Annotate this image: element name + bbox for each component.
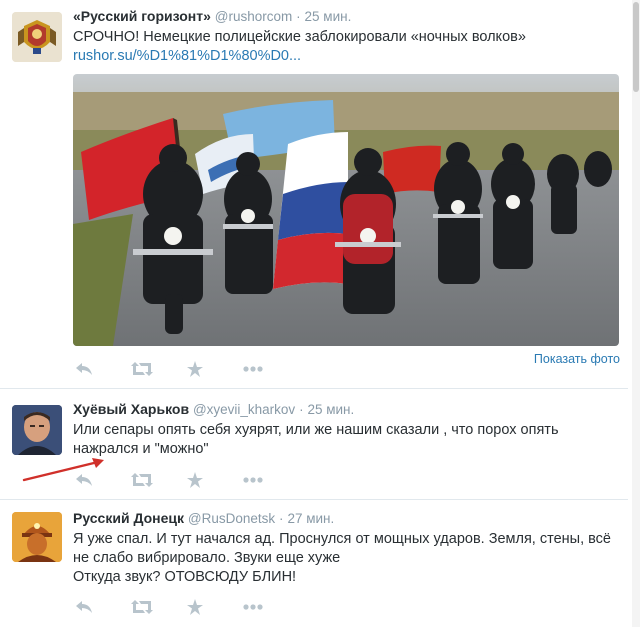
scrollbar-thumb[interactable] bbox=[633, 2, 639, 92]
reply-icon[interactable] bbox=[75, 360, 131, 378]
tweet-text: Или сепары опять себя хуярят, или же наш… bbox=[73, 421, 613, 459]
tweet-photo[interactable] bbox=[73, 74, 619, 346]
tweet-text: СРОЧНО! Немецкие полицейские заблокирова… bbox=[73, 28, 613, 66]
tweet-text-line: Я уже спал. И тут начался ад. Проснулся … bbox=[73, 531, 612, 547]
miner-avatar-icon[interactable] bbox=[12, 512, 62, 562]
favorite-icon[interactable] bbox=[187, 360, 243, 378]
tweet-text-line: не слабо вибрировало. Звуки еще хуже bbox=[73, 550, 341, 566]
tweet-timestamp[interactable]: 27 мин. bbox=[287, 511, 334, 526]
tweet-text: Я уже спал. И тут начался ад. Проснулся … bbox=[73, 530, 613, 587]
author-name[interactable]: Русский Донецк bbox=[73, 510, 184, 526]
separator-dot: · bbox=[296, 9, 301, 24]
tweet-text-line: Откуда звук? ОТОВСЮДУ БЛИН! bbox=[73, 569, 297, 585]
favorite-icon[interactable] bbox=[187, 598, 243, 616]
favorite-icon[interactable] bbox=[187, 471, 243, 489]
scrollbar[interactable] bbox=[632, 0, 640, 627]
more-icon[interactable] bbox=[243, 360, 299, 378]
tweet-text-line: нажрался и "можно" bbox=[73, 441, 209, 457]
tweet-actions bbox=[75, 360, 299, 378]
author-name[interactable]: Хуёвый Харьков bbox=[73, 401, 189, 417]
author-handle[interactable]: @RusDonetsk bbox=[188, 511, 275, 526]
separator-dot: · bbox=[279, 511, 284, 526]
tweet-link[interactable]: rushor.su/%D1%81%D1%80%D0... bbox=[73, 47, 613, 66]
separator-dot: · bbox=[299, 402, 304, 417]
tweet-timestamp[interactable]: 25 мин. bbox=[307, 402, 354, 417]
tweet: «Русский горизонт» @rushorcom · 25 мин. … bbox=[0, 0, 628, 389]
bikers-with-flags-photo bbox=[73, 74, 619, 346]
man-portrait-avatar-icon[interactable] bbox=[12, 405, 62, 455]
coat-of-arms-avatar-icon[interactable] bbox=[12, 12, 62, 62]
author-handle[interactable]: @xyevii_kharkov bbox=[193, 402, 295, 417]
tweet-text-line: СРОЧНО! Немецкие полицейские заблокирова… bbox=[73, 29, 526, 45]
tweet: Русский Донецк @RusDonetsk · 27 мин. Я у… bbox=[0, 500, 628, 627]
more-icon[interactable] bbox=[243, 598, 299, 616]
more-icon[interactable] bbox=[243, 471, 299, 489]
retweet-icon[interactable] bbox=[131, 471, 187, 489]
retweet-icon[interactable] bbox=[131, 598, 187, 616]
reply-icon[interactable] bbox=[75, 598, 131, 616]
retweet-icon[interactable] bbox=[131, 360, 187, 378]
show-photo-link[interactable]: Показать фото bbox=[534, 352, 620, 366]
annotation-arrow-icon bbox=[22, 458, 104, 482]
author-name[interactable]: «Русский горизонт» bbox=[73, 8, 211, 24]
author-handle[interactable]: @rushorcom bbox=[215, 9, 292, 24]
tweet-timestamp[interactable]: 25 мин. bbox=[305, 9, 352, 24]
tweet-text-line: Или сепары опять себя хуярят, или же наш… bbox=[73, 422, 559, 438]
tweet-actions bbox=[75, 598, 299, 616]
